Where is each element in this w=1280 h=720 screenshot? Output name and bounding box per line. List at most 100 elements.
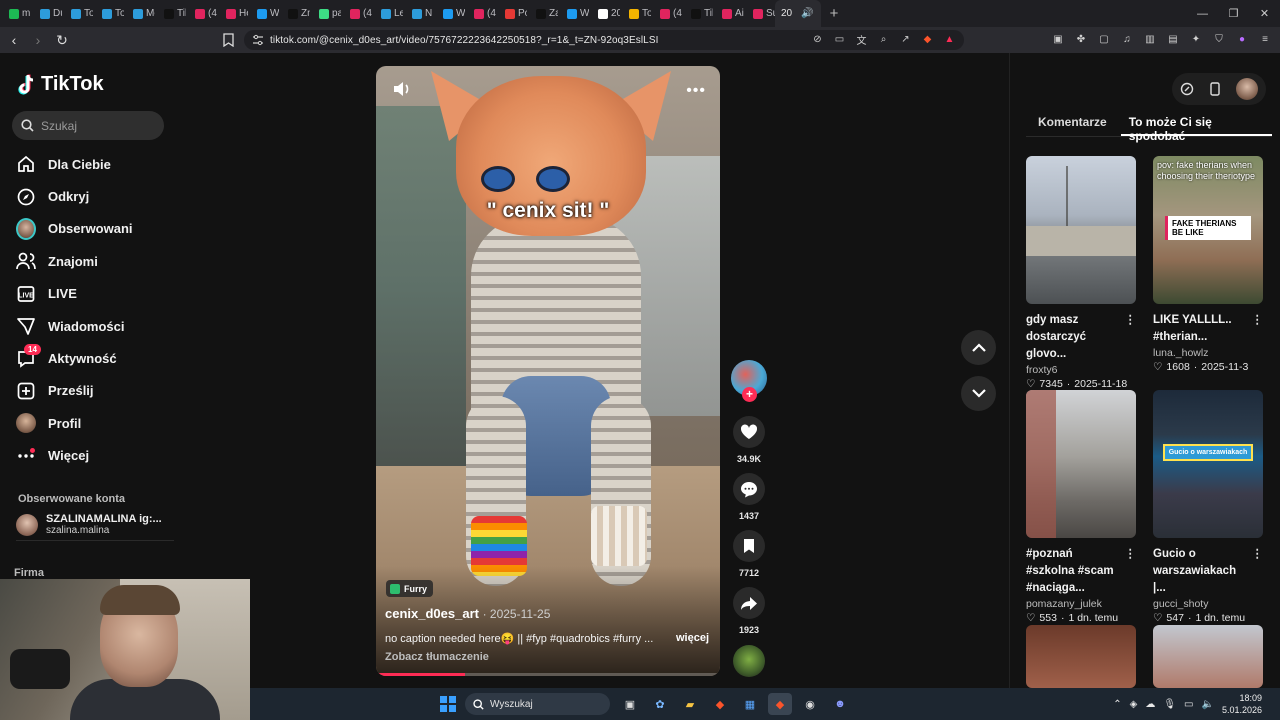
music-disc-icon[interactable] <box>733 645 765 677</box>
sidebar-item-aktywno-[interactable]: 14 Aktywność <box>16 342 133 374</box>
browser-tab[interactable]: mi <box>0 0 31 27</box>
brave-window-icon[interactable]: ◆ <box>768 693 792 715</box>
media-icon[interactable]: ♫ <box>1120 32 1134 46</box>
recommended-video-card[interactable] <box>1153 625 1263 688</box>
video-thumbnail[interactable] <box>1026 156 1136 304</box>
tiktok-logo[interactable]: TikTok <box>17 73 104 96</box>
browser-tab[interactable]: To <box>62 0 93 27</box>
comment-button[interactable]: 1437 <box>733 473 765 521</box>
menu-icon[interactable]: ≡ <box>1258 32 1272 46</box>
next-video-button[interactable] <box>961 376 996 411</box>
card-user[interactable]: pomazany_julek <box>1026 598 1136 610</box>
forward-icon[interactable]: › <box>28 30 48 50</box>
recommended-video-card[interactable]: pov: fake therians when choosing their t… <box>1153 156 1263 373</box>
share-button[interactable]: 1923 <box>733 587 765 635</box>
user-avatar[interactable] <box>1236 78 1258 100</box>
browser-tab[interactable]: (4 <box>651 0 682 27</box>
onedrive-icon[interactable]: ☁ <box>1145 699 1155 710</box>
reload-icon[interactable]: ↻ <box>52 30 72 50</box>
card-user[interactable]: gucci_shoty <box>1153 598 1263 610</box>
puzzle-icon[interactable]: ✤ <box>1074 32 1088 46</box>
video-thumbnail[interactable] <box>1026 390 1136 538</box>
video-progress-bar[interactable] <box>376 673 720 676</box>
active-tab[interactable]: 20 🔊 ✕ <box>775 0 821 27</box>
zoom-icon[interactable]: ⌕ <box>877 33 890 46</box>
browser-tab[interactable]: Me <box>124 0 155 27</box>
sidebar-item-prze-lij[interactable]: Prześlij <box>16 375 133 407</box>
clock[interactable]: 18:09 5.01.2026 <box>1222 692 1262 716</box>
cast-icon[interactable]: ▭ <box>833 33 846 46</box>
extension-icon[interactable]: ▣ <box>1051 32 1065 46</box>
browser-tab[interactable]: Po <box>496 0 527 27</box>
network-icon[interactable]: ▭ <box>1184 699 1193 710</box>
device-icon[interactable] <box>1210 82 1220 96</box>
volume-icon[interactable] <box>392 80 412 98</box>
recommended-video-card[interactable] <box>1026 625 1136 688</box>
video-thumbnail[interactable]: Gucio o warszawiakach <box>1153 390 1263 538</box>
like-button[interactable]: 34.9K <box>733 416 765 464</box>
browser-tab[interactable]: pa <box>310 0 341 27</box>
bookmark-icon[interactable] <box>223 33 234 47</box>
sidebar-item-live[interactable]: LIVE LIVE <box>16 278 133 310</box>
card-user[interactable]: luna._howlz <box>1153 347 1263 359</box>
video-author[interactable]: cenix_d0es_art · 2025-11-25 <box>385 606 550 621</box>
share-icon[interactable]: ↗ <box>899 33 912 46</box>
start-icon[interactable] <box>440 696 456 712</box>
hide-icon[interactable]: ⊘ <box>811 33 824 46</box>
recommended-video-card[interactable]: gdy masz dostarczyć glovo... ⋮ froxty6 ♡ 7… <box>1026 156 1136 390</box>
brave-icon[interactable]: ◆ <box>708 693 732 715</box>
audio-icon[interactable]: 🔊 <box>801 8 813 19</box>
browser-tab[interactable]: W <box>434 0 465 27</box>
chevron-up-icon[interactable]: ⌃ <box>1113 699 1121 710</box>
sidebar-item-profil[interactable]: Profil <box>16 407 133 439</box>
card-menu-icon[interactable]: ⋮ <box>1125 312 1137 329</box>
save-button[interactable]: 7712 <box>733 530 765 578</box>
browser-tab[interactable]: Le <box>372 0 403 27</box>
sidebar-item-wi-cej[interactable]: Więcej <box>16 440 133 472</box>
store-icon[interactable]: ▦ <box>738 693 762 715</box>
leo-icon[interactable]: ✦ <box>1189 32 1203 46</box>
browser-tab[interactable]: He <box>217 0 248 27</box>
follow-plus-icon[interactable]: + <box>742 387 757 402</box>
browser-tab[interactable]: (4 <box>465 0 496 27</box>
sidebar-item-dla-ciebie[interactable]: Dla Ciebie <box>16 148 133 180</box>
translate-icon[interactable]: 文 <box>855 33 868 47</box>
browser-tab[interactable]: Za <box>527 0 558 27</box>
browser-tab[interactable]: N <box>403 0 434 27</box>
sidebar-item-wiadomo-ci[interactable]: Wiadomości <box>16 310 133 342</box>
browser-tab[interactable]: (4 <box>186 0 217 27</box>
screenshot-icon[interactable]: ▢ <box>1097 32 1111 46</box>
more-options-icon[interactable]: ••• <box>686 82 706 100</box>
browser-tab[interactable]: Zn <box>279 0 310 27</box>
browser-tab[interactable]: 20 <box>589 0 620 27</box>
company-label[interactable]: Firma <box>14 567 44 579</box>
browser-tab[interactable]: To <box>620 0 651 27</box>
browser-tab[interactable]: Tik <box>682 0 713 27</box>
video-thumbnail[interactable] <box>1153 625 1263 688</box>
mic-icon[interactable]: 🎙 <box>1163 699 1176 710</box>
minimize-icon[interactable]: — <box>1187 0 1218 27</box>
sidebar-item-odkryj[interactable]: Odkryj <box>16 180 133 212</box>
browser-tab[interactable]: Tik <box>155 0 186 27</box>
more-link[interactable]: więcej <box>676 632 709 644</box>
recommended-video-card[interactable]: #poznań #szkolna #scam #naciąga... ⋮ poma… <box>1026 390 1136 624</box>
wallet-icon[interactable]: ▤ <box>1166 32 1180 46</box>
task-view-icon[interactable]: ▣ <box>618 693 642 715</box>
browser-tab[interactable]: W <box>248 0 279 27</box>
taskbar-search[interactable]: Wyszukaj <box>465 693 610 715</box>
browser-tab[interactable]: Su <box>744 0 775 27</box>
previous-video-button[interactable] <box>961 330 996 365</box>
discord-icon[interactable]: ☻ <box>828 693 852 715</box>
browser-tab[interactable]: W <box>558 0 589 27</box>
close-window-icon[interactable]: ✕ <box>1249 0 1280 27</box>
copilot-icon[interactable]: ✿ <box>648 693 672 715</box>
browser-tab[interactable]: Du <box>31 0 62 27</box>
category-tag[interactable]: Furry <box>386 580 434 597</box>
tab-comments[interactable]: Komentarze <box>1026 115 1121 136</box>
vpn-icon[interactable]: ⛉ <box>1212 32 1226 46</box>
browser-tab[interactable]: (4 <box>341 0 372 27</box>
coin-icon[interactable] <box>1180 82 1194 96</box>
sidebar-item-znajomi[interactable]: Znajomi <box>16 245 133 277</box>
card-user[interactable]: froxty6 <box>1026 364 1136 376</box>
browser-tab[interactable]: To <box>93 0 124 27</box>
